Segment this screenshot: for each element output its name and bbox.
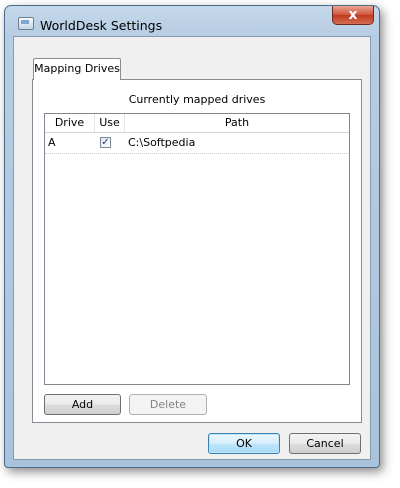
mapping-drives-panel: Currently mapped drives Drive Use Path A…: [32, 79, 362, 423]
delete-button[interactable]: Delete: [129, 394, 207, 415]
add-button[interactable]: Add: [44, 394, 121, 415]
table-row[interactable]: A ✓ C:\Softpedia: [45, 133, 349, 154]
title-bar[interactable]: WorldDesk Settings x: [5, 6, 379, 36]
path-cell[interactable]: C:\Softpedia: [125, 133, 349, 153]
app-window-icon: [18, 17, 34, 30]
use-checkbox[interactable]: ✓: [100, 137, 111, 148]
mapped-drives-grid[interactable]: Drive Use Path A ✓ C:\Softpedia: [44, 113, 350, 385]
grid-header: Drive Use Path: [45, 114, 349, 133]
section-label: Currently mapped drives: [128, 93, 266, 106]
tab-mapping-drives[interactable]: Mapping Drives: [33, 58, 121, 80]
drive-cell: A: [48, 136, 56, 149]
column-header-use[interactable]: Use: [95, 114, 125, 132]
dialog-client-area: Mapping Drives Currently mapped drives D…: [13, 36, 371, 460]
settings-window: WorldDesk Settings x Mapping Drives Curr…: [4, 5, 380, 468]
column-header-path[interactable]: Path: [125, 114, 349, 132]
cancel-button[interactable]: Cancel: [289, 433, 361, 454]
close-button[interactable]: x: [332, 6, 374, 25]
ok-button[interactable]: OK: [208, 433, 280, 454]
column-header-drive[interactable]: Drive: [45, 114, 95, 132]
window-title: WorldDesk Settings: [40, 18, 163, 33]
